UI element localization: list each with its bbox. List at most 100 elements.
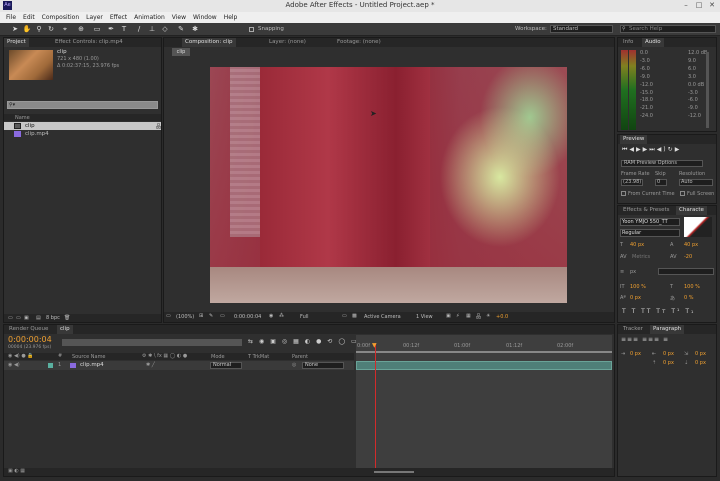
view-layout-select[interactable]: 1 View xyxy=(416,314,433,320)
comp-subtab[interactable]: clip xyxy=(172,48,190,56)
search-help-input[interactable]: Search Help xyxy=(620,25,716,33)
font-style-select[interactable]: Regular xyxy=(620,229,680,237)
layer-mode-select[interactable]: Normal xyxy=(210,362,242,369)
parent-pickwhip-icon[interactable]: ◎ xyxy=(292,362,296,368)
tab-timeline-clip[interactable]: clip xyxy=(57,325,73,334)
composition-viewer[interactable]: ➤ xyxy=(210,67,567,303)
clone-stamp-tool-icon[interactable]: ⊥ xyxy=(147,24,157,34)
stroke-unit[interactable]: px xyxy=(630,269,636,275)
timeline-search-input[interactable] xyxy=(62,339,242,346)
last-frame-icon[interactable]: ⏭ xyxy=(649,146,656,153)
space-before-value[interactable]: 0 px xyxy=(663,360,674,366)
flowchart-icon[interactable]: 品 xyxy=(156,123,161,130)
baseline-shift-value[interactable]: 0 px xyxy=(630,295,641,301)
space-after-value[interactable]: 0 px xyxy=(695,360,706,366)
camera-tool-icon[interactable]: ⌖ xyxy=(60,24,70,34)
menu-effect[interactable]: Effect xyxy=(110,14,127,21)
menu-view[interactable]: View xyxy=(172,14,186,21)
bit-depth-icon[interactable]: ▤ xyxy=(36,315,41,321)
layer-duration-bar[interactable] xyxy=(356,361,612,370)
loop-icon[interactable]: ↻ xyxy=(668,146,675,153)
hand-tool-icon[interactable]: ✋ xyxy=(22,24,32,34)
flowchart-icon[interactable]: 品 xyxy=(476,313,481,320)
menu-animation[interactable]: Animation xyxy=(134,14,165,21)
skip-input[interactable]: 0 xyxy=(655,179,667,186)
menu-composition[interactable]: Composition xyxy=(42,14,79,21)
maximize-icon[interactable]: □ xyxy=(694,1,704,10)
horizontal-scale-value[interactable]: 100 % xyxy=(684,284,700,290)
roto-brush-tool-icon[interactable]: ✎ xyxy=(176,24,186,34)
stroke-style-select[interactable] xyxy=(658,268,714,275)
fast-previews-icon[interactable]: ⚡ xyxy=(456,313,460,319)
zoom-slider[interactable] xyxy=(374,471,414,473)
full-screen-checkbox[interactable] xyxy=(680,191,685,196)
snapshot-icon[interactable]: ▭ xyxy=(220,313,225,319)
work-area-bar[interactable] xyxy=(356,351,612,353)
tab-effect-controls[interactable]: Effect Controls: clip.mp4 xyxy=(52,38,126,47)
menu-help[interactable]: Help xyxy=(224,14,238,21)
current-timecode[interactable]: 0:00:00:04 xyxy=(8,335,52,344)
tab-preview[interactable]: Preview xyxy=(620,135,648,144)
ram-preview-icon[interactable]: ▶ xyxy=(675,146,682,153)
bpc-label[interactable]: 8 bpc xyxy=(46,315,60,321)
text-style-buttons[interactable]: T T TT Tт T¹ T₁ xyxy=(622,308,695,315)
font-family-select[interactable]: Yoon YMJO 550_TT xyxy=(620,218,680,226)
tab-info[interactable]: Info xyxy=(620,38,636,47)
safe-zones-icon[interactable]: ⊞ xyxy=(199,313,203,319)
mask-visibility-icon[interactable]: ✎ xyxy=(209,313,213,319)
kerning-value[interactable]: Metrics xyxy=(632,254,650,260)
zoom-value[interactable]: (100%) xyxy=(176,314,194,320)
transparency-grid-icon[interactable]: ▩ xyxy=(352,313,357,319)
minimize-icon[interactable]: – xyxy=(681,1,691,10)
project-search-input[interactable] xyxy=(7,101,158,109)
tab-character[interactable]: Characte xyxy=(676,206,707,215)
layer-parent-select[interactable]: None xyxy=(302,362,344,369)
tab-tracker[interactable]: Tracker xyxy=(620,325,646,334)
playhead[interactable] xyxy=(375,343,376,474)
tab-render-queue[interactable]: Render Queue xyxy=(6,325,51,334)
exposure-value[interactable]: +0.0 xyxy=(496,314,508,320)
tab-audio[interactable]: Audio xyxy=(642,38,664,47)
always-preview-icon[interactable]: ▭ xyxy=(166,313,171,319)
time-ruler[interactable]: 0:00f 00:12f 01:00f 01:12f 02:00f xyxy=(356,343,612,351)
timeline-footer-icons[interactable]: ▣ ◐ ▦ xyxy=(8,468,25,474)
indent-right-value[interactable]: 0 px xyxy=(663,351,674,357)
color-swatch[interactable] xyxy=(684,217,712,237)
resolution-select[interactable]: Auto xyxy=(679,179,713,186)
leading-value[interactable]: 40 px xyxy=(684,242,698,248)
frame-rate-select[interactable]: (23.98) xyxy=(621,179,643,186)
ram-preview-select[interactable]: RAM Preview Options xyxy=(621,160,703,167)
new-composition-icon[interactable]: ▣ xyxy=(24,315,29,321)
column-mode[interactable]: Mode xyxy=(211,354,225,360)
timeline-track-area[interactable] xyxy=(356,335,612,476)
indent-first-value[interactable]: 0 px xyxy=(695,351,706,357)
menu-window[interactable]: Window xyxy=(193,14,217,21)
column-parent[interactable]: Parent xyxy=(292,354,308,360)
volume-slider[interactable] xyxy=(706,52,709,128)
rotate-tool-icon[interactable]: ↻ xyxy=(46,24,56,34)
audio-icon[interactable]: ◀) xyxy=(657,146,668,153)
tab-layer[interactable]: Layer: (none) xyxy=(266,38,309,47)
close-icon[interactable]: ✕ xyxy=(707,1,717,10)
puppet-tool-icon[interactable]: ✱ xyxy=(190,24,200,34)
tsume-value[interactable]: 0 % xyxy=(684,295,694,301)
comp-timecode[interactable]: 0:00:00:04 xyxy=(234,314,261,320)
column-name[interactable]: Name xyxy=(15,115,30,121)
zoom-tool-icon[interactable]: ⚲ xyxy=(34,24,44,34)
layer-visibility-icon[interactable]: ◉ ◀) xyxy=(8,362,20,368)
tab-footage[interactable]: Footage: (none) xyxy=(334,38,384,47)
alignment-buttons[interactable]: ≡≡≡ ≡≡≡ ≡ xyxy=(621,336,669,343)
selection-tool-icon[interactable]: ➤ xyxy=(10,24,20,34)
font-size-value[interactable]: 40 px xyxy=(630,242,644,248)
timeline-icon[interactable]: ▦ xyxy=(466,313,471,319)
layer-name[interactable]: clip.mp4 xyxy=(80,362,104,368)
interpret-footage-icon[interactable]: ▭ xyxy=(8,315,13,321)
type-tool-icon[interactable]: T xyxy=(119,24,129,34)
tab-project[interactable]: Project xyxy=(4,38,29,47)
tab-paragraph[interactable]: Paragraph xyxy=(650,325,685,334)
column-track-matte[interactable]: T TrkMat xyxy=(248,354,269,360)
play-icon[interactable]: ▶ xyxy=(636,146,643,153)
tab-effects-presets[interactable]: Effects & Presets xyxy=(620,206,673,215)
snapping-checkbox[interactable] xyxy=(249,27,254,32)
playhead-handle-icon[interactable]: ▼ xyxy=(372,342,377,349)
